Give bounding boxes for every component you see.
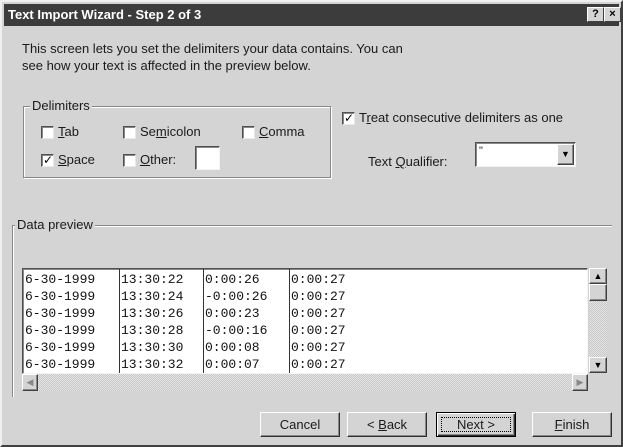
other-checkbox[interactable]: Other: [123, 152, 176, 168]
cancel-button[interactable]: Cancel [260, 412, 340, 437]
tab-checkbox[interactable]: Tab [41, 124, 79, 140]
treat-consecutive-checkbox-box[interactable]: ✓ [342, 110, 355, 125]
treat-consecutive-checkbox[interactable]: ✓ Treat consecutive delimiters as one [342, 110, 563, 126]
intro-line-2: see how your text is affected in the pre… [22, 58, 311, 73]
text-qualifier-select[interactable]: " ▼ [475, 142, 576, 167]
other-delimiter-input[interactable] [195, 146, 220, 170]
space-checkbox-box[interactable]: ✓ [41, 152, 54, 167]
scroll-right-icon[interactable]: ▶ [572, 374, 588, 391]
back-button[interactable]: < Back [347, 412, 427, 437]
scroll-down-icon[interactable]: ▼ [589, 357, 607, 373]
data-preview-legend: Data preview [15, 217, 95, 233]
close-button[interactable]: × [604, 7, 621, 22]
comma-checkbox[interactable]: Comma [242, 124, 305, 140]
semicolon-checkbox[interactable]: Semicolon [123, 124, 201, 140]
space-label: Space [58, 152, 95, 167]
check-mark-icon: ✓ [42, 152, 54, 167]
semicolon-label: Semicolon [140, 124, 201, 139]
column-divider[interactable] [119, 269, 120, 373]
window-title: Text Import Wizard - Step 2 of 3 [8, 7, 202, 22]
text-qualifier-label: Text Qualifier: [368, 154, 448, 169]
other-label: Other: [140, 152, 177, 167]
comma-label: Comma [259, 124, 305, 139]
text-import-wizard-dialog: Text Import Wizard - Step 2 of 3 ? × Thi… [0, 0, 623, 447]
dropdown-arrow-icon[interactable]: ▼ [557, 144, 574, 165]
data-preview-grid[interactable]: 6-30-1999 13:30:22 0:00:26 0:00:27 6-30-… [22, 268, 588, 374]
delimiters-legend: Delimiters [30, 98, 92, 114]
column-divider[interactable] [203, 269, 204, 373]
scroll-left-icon[interactable]: ◀ [22, 374, 38, 391]
tab-checkbox-box[interactable] [41, 125, 54, 139]
treat-consecutive-label: Treat consecutive delimiters as one [359, 110, 564, 125]
vertical-scroll-thumb[interactable] [589, 284, 607, 301]
space-checkbox[interactable]: ✓ Space [41, 152, 95, 168]
tab-label: Tab [58, 124, 79, 139]
comma-checkbox-box[interactable] [242, 125, 255, 139]
delimiters-group: Delimiters Tab Semicolon Comma ✓ Space O… [23, 98, 331, 178]
next-button[interactable]: Next > [436, 412, 516, 437]
column-divider[interactable] [289, 269, 290, 373]
title-bar[interactable]: Text Import Wizard - Step 2 of 3 ? × [4, 4, 621, 26]
text-qualifier-value: " [479, 145, 483, 157]
check-mark-icon: ✓ [343, 110, 355, 125]
focus-ring [441, 417, 511, 432]
semicolon-checkbox-box[interactable] [123, 125, 136, 139]
intro-text: This screen lets you set the delimiters … [22, 40, 462, 74]
other-checkbox-box[interactable] [123, 153, 136, 167]
horizontal-scrollbar[interactable] [22, 374, 588, 391]
finish-button[interactable]: Finish [532, 412, 612, 437]
scroll-up-icon[interactable]: ▲ [589, 268, 607, 284]
help-button[interactable]: ? [587, 7, 604, 22]
intro-line-1: This screen lets you set the delimiters … [22, 41, 403, 56]
